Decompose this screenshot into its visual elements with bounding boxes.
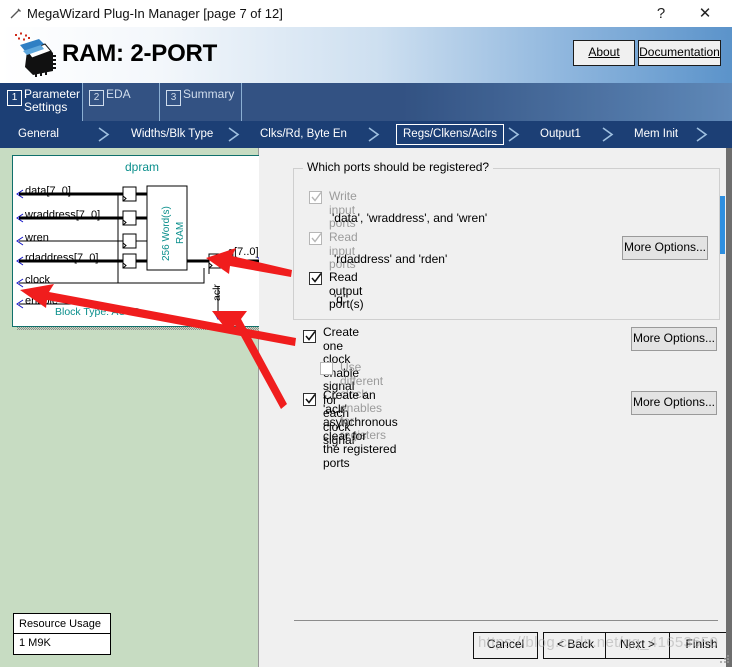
module-symbol: dpram data[7..0] wraddress[7..0] wren rd… xyxy=(12,155,272,327)
documentation-button-label: Documentation xyxy=(639,45,720,59)
tab-parameter-settings[interactable]: 1 Parameter Settings xyxy=(0,83,83,121)
ram-type-label: RAM xyxy=(175,221,186,244)
tab-number: 2 xyxy=(89,90,104,106)
page-title: RAM: 2-PORT xyxy=(62,40,218,67)
breadcrumb-output1[interactable]: Output1 xyxy=(540,126,581,143)
watermark-text: https://blog.csdn.net/qq_41653650 xyxy=(478,634,719,651)
port-label-wren: wren xyxy=(25,232,49,244)
resource-usage-header: Resource Usage xyxy=(14,614,110,634)
check-mark-icon xyxy=(311,232,322,245)
write-input-ports-detail: 'data', 'wraddress', and 'wren' xyxy=(332,211,488,225)
registered-ports-legend: Which ports should be registered? xyxy=(303,160,494,174)
documentation-button[interactable]: Documentation xyxy=(638,40,721,66)
checkbox-box xyxy=(309,272,322,285)
check-mark-icon xyxy=(311,191,322,204)
checkbox-box xyxy=(309,191,322,204)
more-options-button-registered-ports[interactable]: More Options... xyxy=(622,236,708,260)
port-label-data: data[7..0] xyxy=(25,185,71,197)
about-button[interactable]: About xyxy=(573,40,635,66)
altera-chip-logo xyxy=(11,31,57,77)
more-options-button-aclr[interactable]: More Options... xyxy=(631,391,717,415)
brand-header: RAM: 2-PORT About Documentation xyxy=(0,27,732,83)
tab-strip-filler xyxy=(241,83,732,121)
right-edge-scrollbar[interactable] xyxy=(726,148,732,667)
breadcrumb-general[interactable]: General xyxy=(18,126,59,143)
tab-summary[interactable]: 3 Summary xyxy=(159,83,242,121)
window-title: MegaWizard Plug-In Manager [page 7 of 12… xyxy=(27,6,283,21)
chevron-right-icon xyxy=(506,127,522,142)
breadcrumb-clks-rd-byte-en[interactable]: Clks/Rd, Byte En xyxy=(260,126,347,143)
checkbox-box xyxy=(320,362,333,375)
chevron-right-icon xyxy=(226,127,242,142)
resize-grip[interactable] xyxy=(719,654,729,664)
wizard-tab-strip: 1 Parameter Settings 2 EDA 3 Summary xyxy=(0,83,732,121)
ram-size-label: 256 Word(s) xyxy=(161,206,172,261)
more-options-button-clock-enable[interactable]: More Options... xyxy=(631,327,717,351)
checkbox-box xyxy=(309,232,322,245)
read-input-ports-detail: 'rdaddress' and 'rden' xyxy=(334,252,448,266)
resource-usage-value: 1 M9K xyxy=(19,637,51,649)
options-pane: Which ports should be registered? Write … xyxy=(259,148,732,667)
breadcrumb: General Widths/Blk Type Clks/Rd, Byte En… xyxy=(0,121,732,148)
check-mark-icon xyxy=(311,272,322,285)
close-icon[interactable]: ✕ xyxy=(690,3,720,25)
chevron-right-icon xyxy=(600,127,616,142)
breadcrumb-mem-init[interactable]: Mem Init xyxy=(634,126,678,143)
chevron-right-icon xyxy=(366,127,382,142)
port-label-rdaddress: rdaddress[7..0] xyxy=(25,252,99,264)
port-label-enable: enable xyxy=(25,295,59,307)
breadcrumb-widths-blk-type[interactable]: Widths/Blk Type xyxy=(131,126,213,143)
help-button[interactable]: ? xyxy=(646,3,676,25)
port-label-clock: clock xyxy=(25,274,51,286)
checkbox-label: Create an 'aclr' asynchronous clear for … xyxy=(323,388,398,470)
block-type-label: Block Type: AUTO xyxy=(55,306,141,318)
checkbox-box xyxy=(303,330,316,343)
tab-eda[interactable]: 2 EDA xyxy=(82,83,160,121)
port-label-q: q[7..0] xyxy=(228,246,259,258)
megawizard-window: MegaWizard Plug-In Manager [page 7 of 12… xyxy=(0,0,732,667)
chevron-right-icon xyxy=(694,127,710,142)
title-bar: MegaWizard Plug-In Manager [page 7 of 12… xyxy=(0,0,732,28)
breadcrumb-regs-clkens-aclrs[interactable]: Regs/Clkens/Aclrs xyxy=(396,124,504,145)
resource-usage-box: Resource Usage 1 M9K xyxy=(13,613,111,655)
check-mark-icon xyxy=(305,393,316,406)
chevron-right-icon xyxy=(96,127,112,142)
right-edge-scrollbar-thumb[interactable] xyxy=(720,196,725,254)
symbol-preview-pane: dpram data[7..0] wraddress[7..0] wren rd… xyxy=(0,148,275,667)
tab-number: 3 xyxy=(166,90,181,106)
check-mark-icon xyxy=(305,330,316,343)
port-label-wraddress: wraddress[7..0] xyxy=(25,209,101,221)
tab-number: 1 xyxy=(7,90,22,106)
checkbox-box xyxy=(303,393,316,406)
wizard-wand-icon xyxy=(9,7,22,20)
aclr-label: aclr xyxy=(211,284,223,301)
footer-divider xyxy=(294,620,718,621)
about-button-label: About xyxy=(588,45,620,59)
read-output-ports-detail: 'q' xyxy=(334,292,346,306)
